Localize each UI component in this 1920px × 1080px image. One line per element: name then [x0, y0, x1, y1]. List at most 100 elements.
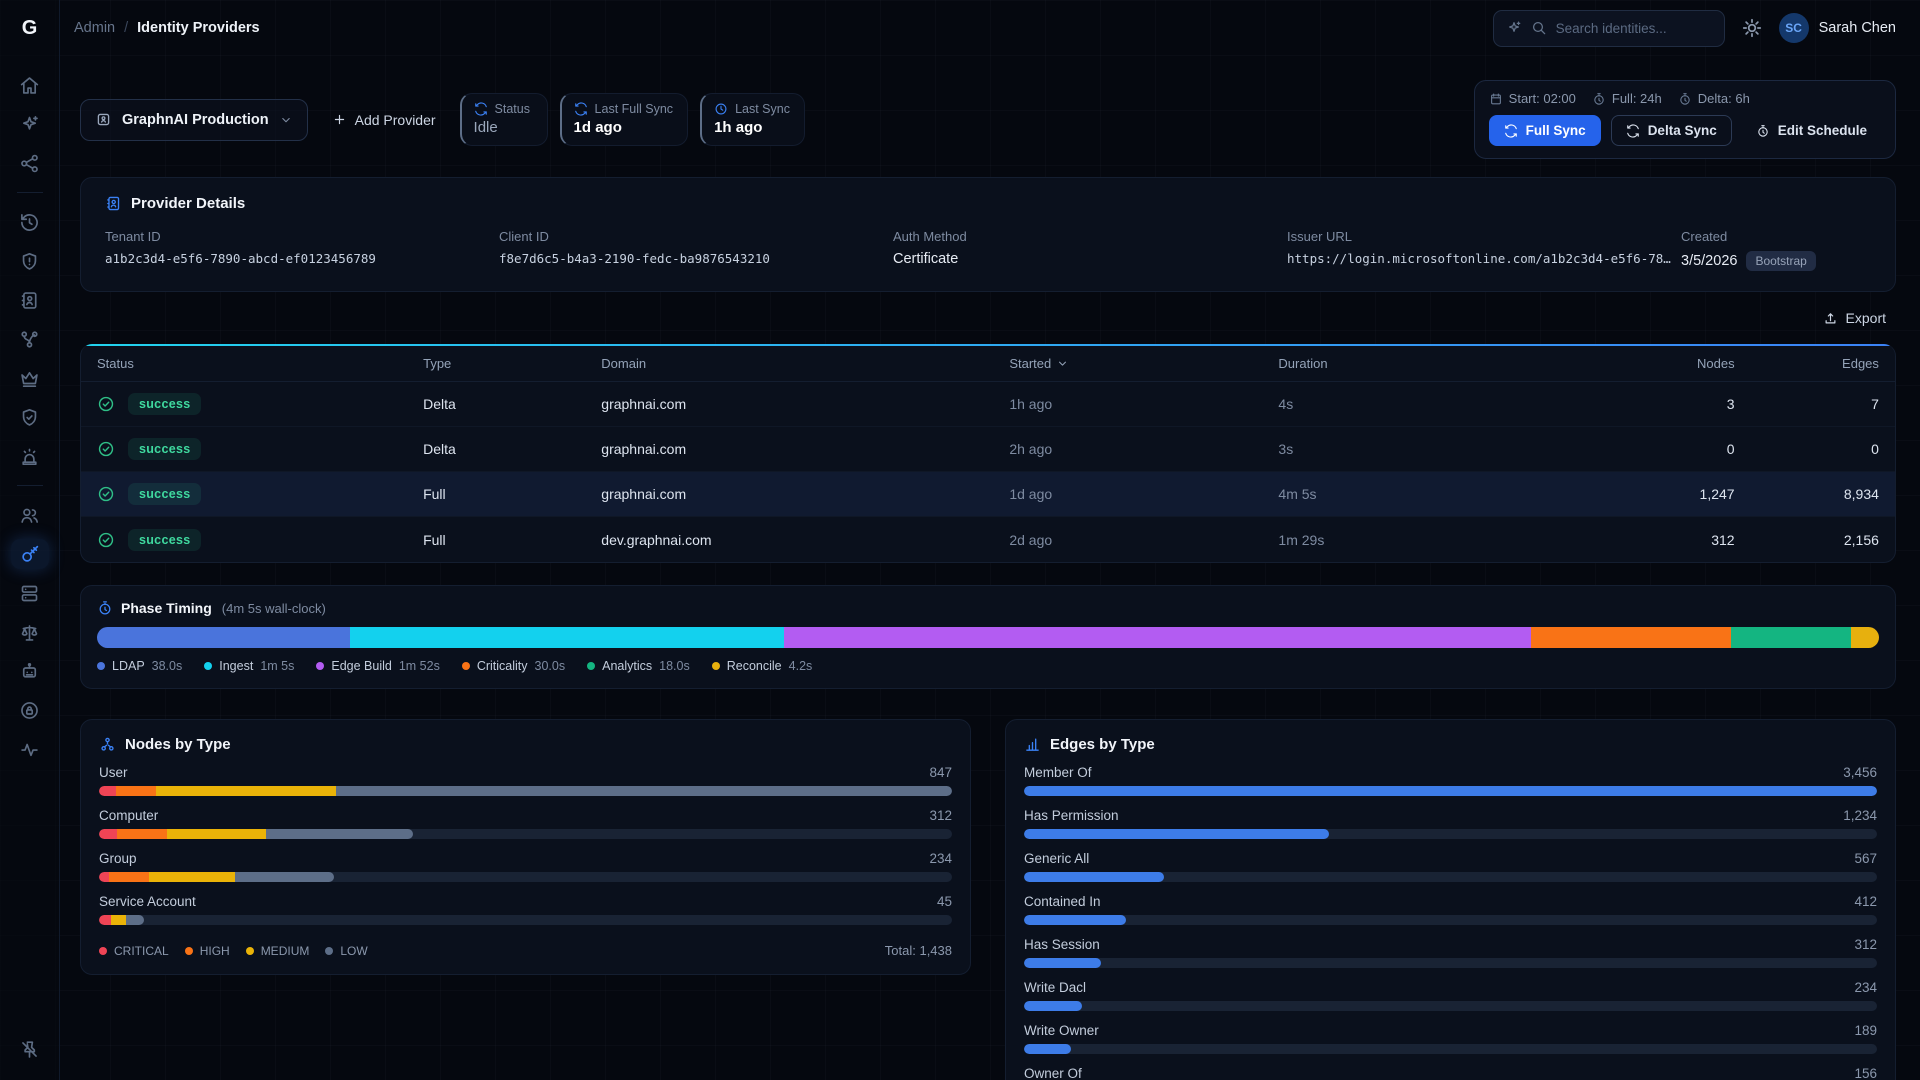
gear-icon[interactable]: [1741, 17, 1763, 39]
phase-legend-item: Criticality30.0s: [462, 659, 565, 673]
column-header-nodes[interactable]: Nodes: [1553, 356, 1735, 371]
sidebar-item-fork[interactable]: [11, 324, 49, 354]
table-row[interactable]: success Full dev.graphnai.com 2d ago 1m …: [81, 517, 1895, 562]
field-value: f8e7d6c5-b4a3-2190-fedc-ba9876543210: [499, 251, 873, 266]
legend-dot: [712, 662, 720, 670]
phase-legend-item: Reconcile4.2s: [712, 659, 813, 673]
phase-segment-ingest: [350, 627, 784, 648]
cell-domain: dev.graphnai.com: [601, 532, 1009, 548]
chip-label: Status: [495, 102, 530, 116]
cell-started: 1h ago: [1009, 396, 1278, 412]
edge-bar-row: Owner Of156: [1024, 1066, 1877, 1080]
node-type-count: 312: [929, 808, 952, 823]
column-header-edges[interactable]: Edges: [1735, 356, 1879, 371]
column-header-started[interactable]: Started: [1009, 356, 1278, 371]
add-provider-label: Add Provider: [355, 112, 436, 128]
chip-value: 1d ago: [574, 119, 674, 136]
chip-value: 1h ago: [714, 119, 790, 136]
provider-details-header: Provider Details: [105, 195, 1871, 212]
avatar[interactable]: SC: [1779, 13, 1809, 43]
field-client-id: Client ID f8e7d6c5-b4a3-2190-fedc-ba9876…: [499, 229, 893, 271]
sidebar-item-shield-alert[interactable]: [11, 246, 49, 276]
topbar: Admin / Identity Providers SC Sarah Chen: [60, 0, 1920, 56]
sidebar-item-key[interactable]: [11, 539, 49, 569]
chevron-down-icon: [279, 113, 293, 127]
sidebar-item-workflow[interactable]: [11, 148, 49, 178]
edge-type-label: Contained In: [1024, 894, 1101, 909]
node-bar-row: Service Account45: [99, 894, 952, 925]
chip-last-sync: Last Sync 1h ago: [700, 93, 805, 146]
bar-chart-icon: [1024, 736, 1041, 753]
table-row[interactable]: success Delta graphnai.com 1h ago 4s 3 7: [81, 382, 1895, 427]
table-row[interactable]: success Full graphnai.com 1d ago 4m 5s 1…: [81, 472, 1895, 517]
column-header-type[interactable]: Type: [423, 356, 601, 371]
scale-icon: [19, 622, 40, 643]
sidebar-item-users[interactable]: [11, 500, 49, 530]
cell-started: 2h ago: [1009, 441, 1278, 457]
column-header-status[interactable]: Status: [97, 356, 423, 371]
cell-type: Full: [423, 486, 601, 502]
phase-timing-subtitle: (4m 5s wall-clock): [222, 601, 326, 616]
sort-icon: [1056, 357, 1069, 370]
sidebar-item-scale[interactable]: [11, 617, 49, 647]
provider-selector[interactable]: GraphnAI Production: [80, 99, 308, 141]
phase-segment-criticality: [1531, 627, 1731, 648]
phase-timing-header: Phase Timing (4m 5s wall-clock): [97, 600, 1879, 616]
cell-type: Delta: [423, 441, 601, 457]
chip-status: Status Idle: [460, 93, 548, 146]
shield-check-icon: [19, 407, 40, 428]
sidebar-item-server[interactable]: [11, 578, 49, 608]
field-value: a1b2c3d4-e5f6-7890-abcd-ef0123456789: [105, 251, 479, 266]
chip-last-full-sync: Last Full Sync 1d ago: [560, 93, 689, 146]
check-circle-icon: [97, 485, 115, 503]
breadcrumb-separator: /: [124, 20, 128, 36]
phase-segment-analytics: [1731, 627, 1851, 648]
toolbar: GraphnAI Production Add Provider Status …: [80, 80, 1896, 159]
export-icon: [1823, 311, 1838, 326]
column-header-domain[interactable]: Domain: [601, 356, 1009, 371]
nodes-panel-title: Nodes by Type: [125, 736, 231, 753]
sidebar-item-sparkles[interactable]: [11, 109, 49, 139]
key-icon: [19, 544, 40, 565]
legend-dot: [316, 662, 324, 670]
main-content: GraphnAI Production Add Provider Status …: [60, 56, 1920, 1080]
app-logo: G: [0, 0, 59, 56]
schedule-meta: Start: 02:00Full: 24hDelta: 6h: [1489, 91, 1881, 106]
column-header-duration[interactable]: Duration: [1278, 356, 1552, 371]
workflow-icon: [19, 153, 40, 174]
sidebar-item-siren[interactable]: [11, 441, 49, 471]
edge-type-count: 189: [1854, 1023, 1877, 1038]
add-provider-button[interactable]: Add Provider: [322, 106, 446, 134]
sidebar-item-activity[interactable]: [11, 734, 49, 764]
status-badge: success: [128, 393, 201, 415]
edge-type-label: Write Dacl: [1024, 980, 1086, 995]
search-input[interactable]: [1556, 21, 1712, 36]
node-type-count: 847: [929, 765, 952, 780]
provider-selector-label: GraphnAI Production: [122, 112, 269, 128]
sidebar-item-id-card[interactable]: [11, 285, 49, 315]
node-bar-row: User847: [99, 765, 952, 796]
node-type-count: 45: [937, 894, 952, 909]
search-box[interactable]: [1493, 10, 1725, 47]
full-sync-button[interactable]: Full Sync: [1489, 115, 1601, 146]
user-menu[interactable]: SC Sarah Chen: [1779, 13, 1896, 43]
field-label: Issuer URL: [1287, 229, 1661, 244]
table-row[interactable]: success Delta graphnai.com 2h ago 3s 0 0: [81, 427, 1895, 472]
sidebar-item-home[interactable]: [11, 70, 49, 100]
sidebar-item-history[interactable]: [11, 207, 49, 237]
edge-bar-row: Member Of3,456: [1024, 765, 1877, 796]
sidebar-item-lock-circle[interactable]: [11, 695, 49, 725]
edges-panel-title: Edges by Type: [1050, 736, 1155, 753]
breadcrumb-parent[interactable]: Admin: [74, 20, 115, 36]
sidebar-item-bot[interactable]: [11, 656, 49, 686]
export-button[interactable]: Export: [1813, 304, 1896, 332]
sidebar-item-shield-check[interactable]: [11, 402, 49, 432]
sidebar-item-pin-off[interactable]: [11, 1034, 49, 1064]
edit-schedule-button[interactable]: Edit Schedule: [1742, 116, 1881, 145]
legend-dot: [587, 662, 595, 670]
delta-sync-button[interactable]: Delta Sync: [1611, 115, 1732, 146]
sidebar-item-crown[interactable]: [11, 363, 49, 393]
table-body: success Delta graphnai.com 1h ago 4s 3 7…: [81, 382, 1895, 562]
severity-legend-item: LOW: [325, 944, 367, 958]
legend-dot: [325, 947, 333, 955]
